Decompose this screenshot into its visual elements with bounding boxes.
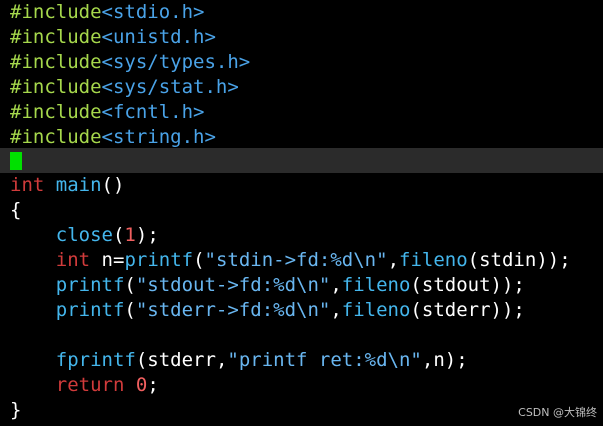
printf-function: printf (55, 299, 125, 321)
printf-stdin-line: int n=printf("stdin->fd:%d\n",fileno(std… (55, 249, 571, 271)
include-line-3: #include<sys/types.h> (0, 50, 603, 75)
open-brace: { (10, 199, 22, 221)
text-cursor (10, 152, 22, 170)
printf-stderr-line: printf("stderr->fd:%d\n",fileno(stderr))… (55, 299, 525, 321)
main-args: () (101, 174, 125, 196)
main-return-type: int (10, 174, 45, 196)
include-directive: #include (10, 126, 102, 148)
include-directive: #include (10, 101, 102, 123)
include-header: <sys/stat.h> (101, 76, 239, 98)
include-line-4: #include<sys/stat.h> (0, 75, 603, 100)
open-brace-line: { (0, 198, 603, 223)
fileno-arg: stdin (479, 249, 537, 271)
code-editor[interactable]: #include<stdio.h> #include<unistd.h> #in… (0, 0, 603, 426)
fileno-function: fileno (341, 299, 411, 321)
include-directive: #include (10, 51, 102, 73)
include-header: <stdio.h> (101, 1, 205, 23)
include-header: <string.h> (101, 126, 216, 148)
cursor-line[interactable] (0, 148, 603, 173)
close-call-line: close(1); (55, 224, 159, 246)
return-line: return 0; (55, 374, 159, 396)
include-line-5: #include<fcntl.h> (0, 100, 603, 125)
return-keyword: return (55, 374, 125, 396)
format-string: "stdin->fd:%d\n" (204, 249, 388, 271)
fileno-function: fileno (399, 249, 468, 271)
fprintf-arg: n (433, 349, 445, 371)
close-brace: } (10, 399, 22, 421)
main-signature-line: int main() (0, 173, 603, 198)
fileno-arg: stdout (421, 274, 491, 296)
include-directive: #include (10, 76, 102, 98)
include-header: <fcntl.h> (101, 101, 205, 123)
fprintf-function: fprintf (55, 349, 136, 371)
decl-var: n= (101, 249, 125, 271)
format-string: "stderr->fd:%d\n" (135, 299, 331, 321)
fileno-arg: stderr (421, 299, 491, 321)
include-directive: #include (10, 1, 102, 23)
decl-type: int (55, 249, 91, 271)
include-header: <sys/types.h> (101, 51, 251, 73)
format-string: "stdout->fd:%d\n" (135, 274, 331, 296)
include-directive: #include (10, 26, 102, 48)
printf-function: printf (55, 274, 125, 296)
include-header: <unistd.h> (101, 26, 216, 48)
printf-stdout-line: printf("stdout->fd:%d\n",fileno(stdout))… (55, 274, 525, 296)
fprintf-stream: stderr (147, 349, 216, 371)
format-string: "printf ret:%d\n" (227, 349, 422, 371)
close-function: close (55, 224, 113, 246)
include-line-2: #include<unistd.h> (0, 25, 603, 50)
include-line-6: #include<string.h> (0, 125, 603, 150)
watermark: CSDN @大锦终 (518, 406, 597, 419)
fprintf-line: fprintf(stderr,"printf ret:%d\n",n); (55, 349, 468, 371)
printf-function: printf (124, 249, 194, 271)
fileno-function: fileno (341, 274, 411, 296)
main-function-name: main (55, 174, 102, 196)
close-brace-line: } (0, 398, 603, 423)
close-arg: 1 (124, 224, 136, 246)
include-line-1: #include<stdio.h> (0, 0, 603, 25)
return-value: 0 (135, 374, 148, 396)
